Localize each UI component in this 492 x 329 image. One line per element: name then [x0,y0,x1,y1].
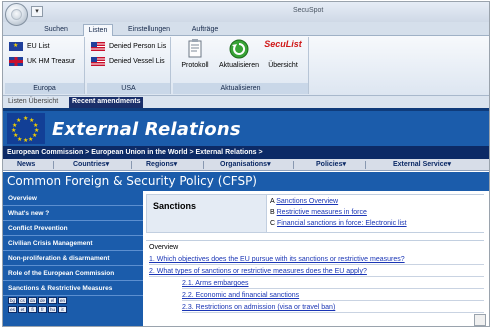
toc-link-financial-sanctions[interactable]: Financial sanctions in force: Electronic… [277,220,407,227]
lang-button[interactable]: el [48,297,57,304]
eu-list-button[interactable]: EU List [9,40,50,52]
us-flag-icon [91,56,105,66]
browser-content: ★ ★ ★ ★ ★ ★ ★ ★ ★ ★ ★ ★ External Relatio… [3,108,489,326]
banner-title: External Relations [52,119,241,140]
eu-flag-logo-icon: ★ ★ ★ ★ ★ ★ ★ ★ ★ ★ ★ ★ [7,113,45,144]
eu-list-label: EU List [27,42,50,50]
overview-link[interactable]: 1. Which objectives does the EU pursue w… [149,254,484,265]
toc-link-sanctions-overview[interactable]: Sanctions Overview [276,198,338,205]
tab-auftraege[interactable]: Aufträge [185,24,225,36]
seculist-logo-icon: SecuList [264,39,302,49]
lang-button[interactable]: cs [18,297,27,304]
tab-suchen[interactable]: Suchen [31,24,81,36]
group-label-europa: Europa [5,83,84,94]
language-selector: es et fi fr hu it [8,306,67,313]
toc-letter: B [270,209,275,216]
section-title: Common Foreign & Security Policy (CFSP) [3,172,489,191]
lang-button[interactable]: bg [8,297,17,304]
menu-organisations[interactable]: Organisations▾ [220,159,271,171]
toc-item-a: A Sanctions Overview [270,198,338,205]
group-europa: EU List UK HM Treasur Europa [5,37,85,94]
eu-banner: ★ ★ ★ ★ ★ ★ ★ ★ ★ ★ ★ ★ External Relatio… [3,108,489,146]
left-navigation: Overview What's new ? Conflict Preventio… [3,191,143,326]
window-title: SecuSpot [293,7,324,14]
overview-link[interactable]: 2.2. Economic and financial sanctions [182,290,484,301]
lang-button[interactable]: fr [38,306,47,313]
sanctions-box: Sanctions A Sanctions Overview B Restric… [146,194,485,233]
tab-einstellungen[interactable]: Einstellungen [121,24,177,36]
us-flag-icon [91,41,105,51]
overview-link[interactable]: 2.1. Arms embargoes [182,278,484,289]
group-label-aktualisieren: Aktualisieren [173,83,308,94]
nav-conflict-prevention[interactable]: Conflict Prevention [3,221,143,236]
menu-external-service[interactable]: External Service▾ [393,159,451,171]
document-tabs: Listen Übersicht Recent amendments [3,96,489,108]
eu-flag-icon [9,41,23,51]
nav-role-commission[interactable]: Role of the European Commission [3,266,143,281]
denied-person-label: Denied Person Lis [109,42,167,50]
denied-vessel-list-button[interactable]: Denied Vessel Lis [91,55,165,67]
lang-button[interactable]: et [18,306,27,313]
denied-vessel-label: Denied Vessel Lis [109,57,165,65]
lang-button[interactable]: es [8,306,17,313]
sanctions-toc: A Sanctions Overview B Restrictive measu… [266,195,485,232]
overview-link[interactable]: 2. What types of sanctions or restrictiv… [149,266,484,277]
lang-button[interactable]: it [58,306,67,313]
toc-letter: C [270,220,276,227]
uk-flag-icon [9,56,23,66]
nav-overview[interactable]: Overview [3,191,143,206]
lang-button[interactable]: fi [28,306,37,313]
lang-button[interactable]: en [58,297,67,304]
toc-link-restrictive-measures[interactable]: Restrictive measures in force [277,209,367,216]
uk-hm-treasury-label: UK HM Treasur [27,57,76,65]
overview-link[interactable]: 2.3. Restrictions on admission (visa or … [182,302,484,313]
nav-civilian-crisis[interactable]: Civilian Crisis Management [3,236,143,251]
nav-whats-new[interactable]: What's new ? [3,206,143,221]
group-usa: Denied Person Lis Denied Vessel Lis USA [87,37,171,94]
tab-listen-uebersicht[interactable]: Listen Übersicht [5,97,61,108]
uebersicht-button[interactable]: SecuList Übersicht [261,39,305,69]
nav-sanctions[interactable]: Sanctions & Restrictive Measures [3,281,143,296]
uebersicht-label: Übersicht [268,62,298,69]
group-aktualisieren: Protokoll Aktualisieren SecuList Übersic… [173,37,309,94]
site-menu: News Countries▾ Regions▾ Organisations▾ … [3,159,489,171]
ribbon-tabs: Suchen Listen Einstellungen Aufträge [3,22,489,37]
uk-hm-treasury-button[interactable]: UK HM Treasur [9,55,75,67]
language-selector: bg cs da de el en [8,297,67,304]
ribbon-panel: EU List UK HM Treasur Europa Denied Pers… [3,36,489,96]
tab-recent-amendments[interactable]: Recent amendments [69,97,144,108]
orb-icon [11,9,22,20]
app-orb-button[interactable] [5,3,28,26]
nav-non-proliferation[interactable]: Non-proliferation & disarmament [3,251,143,266]
resize-grip-icon[interactable] [474,314,486,326]
protokoll-label: Protokoll [181,62,209,69]
group-label-usa: USA [87,83,170,94]
overview-heading: Overview [146,240,484,253]
aktualisieren-label: Aktualisieren [218,62,260,69]
lang-button[interactable]: de [38,297,47,304]
denied-person-list-button[interactable]: Denied Person Lis [91,40,166,52]
toc-item-c: C Financial sanctions in force: Electron… [270,220,407,227]
protocol-icon [188,39,202,58]
toc-letter: A [270,198,275,205]
menu-policies[interactable]: Policies▾ [316,159,346,171]
refresh-icon [229,39,249,59]
lang-button[interactable]: da [28,297,37,304]
quick-access-dropdown-icon[interactable]: ▾ [31,6,43,17]
main-content: Sanctions A Sanctions Overview B Restric… [146,194,487,326]
protokoll-button[interactable]: Protokoll [173,39,217,69]
app-window: ▾ SecuSpot Suchen Listen Einstellungen A… [2,1,490,327]
lang-button[interactable]: hu [48,306,57,313]
aktualisieren-button[interactable]: Aktualisieren [217,39,261,69]
title-bar: ▾ SecuSpot [3,2,489,26]
toc-item-b: B Restrictive measures in force [270,209,367,216]
menu-regions[interactable]: Regions▾ [146,159,177,171]
sanctions-title: Sanctions [153,201,197,211]
menu-news[interactable]: News [17,159,35,171]
menu-countries[interactable]: Countries▾ [73,159,109,171]
breadcrumb[interactable]: European Commission > European Union in … [3,146,489,159]
